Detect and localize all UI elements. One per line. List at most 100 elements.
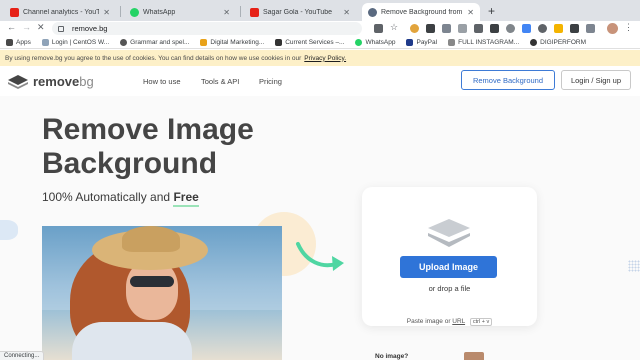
- extension-icon[interactable]: [410, 24, 419, 33]
- paste-prefix: Paste image or: [406, 318, 451, 325]
- nav-tools-api[interactable]: Tools & API: [201, 77, 239, 86]
- marketing-icon: [200, 39, 208, 46]
- layers-icon: [428, 219, 470, 247]
- hero-section: Remove Image Background 100% Automatical…: [0, 96, 640, 360]
- address-url: remove.bg: [72, 24, 108, 33]
- bookmark-label: DIGIPERFORM: [540, 39, 587, 46]
- logo-wordmark: removebg: [33, 74, 94, 89]
- bookmark-item[interactable]: Current Services –...: [275, 39, 344, 46]
- extension-icon[interactable]: [570, 24, 579, 33]
- extension-icon[interactable]: [554, 24, 563, 33]
- sample-image-thumbnail[interactable]: [464, 352, 484, 360]
- more-menu-icon[interactable]: ⋮: [624, 22, 633, 33]
- bookmark-item[interactable]: WhatsApp: [355, 39, 395, 46]
- browser-tab[interactable]: Sagar Gola - YouTube ✕: [244, 3, 356, 21]
- nav-how-to-use[interactable]: How to use: [143, 77, 181, 86]
- grammar-icon: [120, 39, 128, 46]
- removebg-logo[interactable]: removebg: [8, 74, 94, 89]
- cookie-text: By using remove.bg you agree to the use …: [5, 54, 302, 62]
- nav-pricing[interactable]: Pricing: [259, 77, 282, 86]
- document-icon: [448, 39, 456, 46]
- privacy-policy-link[interactable]: Privacy Policy.: [304, 55, 346, 62]
- tab-divider: [120, 6, 121, 17]
- bookmark-label: Grammar and spel...: [130, 39, 190, 46]
- youtube-icon: [250, 7, 259, 17]
- hero-subtitle-prefix: 100% Automatically and: [42, 190, 171, 204]
- bookmarks-bar: Apps Login | CentOS W... Grammar and spe…: [0, 37, 640, 49]
- extension-icon[interactable]: [458, 24, 467, 33]
- paste-url-link[interactable]: URL: [452, 318, 465, 325]
- close-icon[interactable]: ✕: [223, 8, 230, 17]
- bookmark-label: PayPal: [416, 39, 438, 46]
- close-icon[interactable]: ✕: [343, 8, 350, 17]
- back-icon[interactable]: ←: [7, 22, 16, 32]
- photo-hat-crown: [122, 226, 180, 252]
- browser-toolbar: ← → ✕ remove.bg ☆ ⋮: [0, 21, 640, 37]
- bookmark-item[interactable]: DIGIPERFORM: [530, 39, 586, 46]
- bookmark-item[interactable]: Apps: [6, 39, 31, 46]
- extension-icon[interactable]: [374, 24, 383, 33]
- bookmark-item[interactable]: Login | CentOS W...: [41, 39, 110, 46]
- browser-tab-active[interactable]: Remove Background from Ima ✕: [362, 3, 480, 21]
- extension-icon[interactable]: [506, 24, 515, 33]
- cookie-banner: By using remove.bg you agree to the use …: [0, 50, 640, 66]
- tab-divider: [240, 6, 241, 17]
- site-header: removebg How to use Tools & API Pricing …: [0, 66, 640, 96]
- browser-tab[interactable]: Channel analytics - YouTube S ✕: [4, 3, 116, 21]
- hero-subtitle: 100% Automatically and Free: [42, 190, 199, 207]
- paste-hint: Paste image or URL ctrl + v: [362, 318, 537, 326]
- extension-icon[interactable]: [490, 24, 499, 33]
- puzzle-icon[interactable]: [586, 24, 595, 33]
- login-signup-button[interactable]: Login / Sign up: [561, 70, 631, 90]
- bookmark-label: FULL INSTAGRAM...: [458, 39, 520, 46]
- browser-tab[interactable]: WhatsApp ✕: [124, 3, 236, 21]
- address-bar[interactable]: remove.bg: [52, 22, 362, 35]
- curved-arrow-icon: [296, 242, 344, 271]
- bookmark-label: Login | CentOS W...: [51, 39, 110, 46]
- close-icon[interactable]: ✕: [467, 8, 474, 17]
- logo-mark-icon: [8, 74, 28, 89]
- new-tab-button[interactable]: +: [488, 4, 495, 18]
- bookmark-item[interactable]: Digital Marketing...: [200, 39, 264, 46]
- extension-icon[interactable]: [442, 24, 451, 33]
- photo-shirt: [72, 322, 192, 360]
- extension-icon[interactable]: [474, 24, 483, 33]
- decorative-dots: [628, 260, 640, 272]
- removebg-favicon-icon: [368, 7, 377, 17]
- bookmark-star-icon[interactable]: ☆: [390, 22, 399, 32]
- hero-subtitle-free: Free: [173, 190, 199, 207]
- whatsapp-icon: [355, 39, 363, 46]
- youtube-icon: [10, 7, 19, 17]
- bookmark-item[interactable]: Grammar and spel...: [120, 39, 189, 46]
- upload-card[interactable]: Upload Image or drop a file: [362, 187, 537, 326]
- bookmark-item[interactable]: FULL INSTAGRAM...: [448, 39, 519, 46]
- upload-image-button[interactable]: Upload Image: [400, 256, 497, 278]
- stop-loading-icon[interactable]: ✕: [37, 22, 45, 33]
- tab-title: Remove Background from Ima: [381, 8, 463, 16]
- hero-title-line1: Remove Image: [42, 113, 254, 146]
- tab-title: Channel analytics - YouTube S: [23, 8, 100, 16]
- paypal-icon: [406, 39, 414, 46]
- lock-icon: [58, 25, 64, 32]
- hero-title-line2: Background: [42, 147, 218, 180]
- bookmark-label: Apps: [16, 39, 31, 46]
- decorative-blob: [0, 220, 18, 240]
- tab-title: WhatsApp: [143, 8, 176, 16]
- extension-icon[interactable]: [522, 24, 531, 33]
- bookmark-label: WhatsApp: [365, 39, 396, 46]
- profile-avatar[interactable]: [607, 23, 618, 34]
- globe-icon: [530, 39, 538, 46]
- whatsapp-icon: [130, 7, 139, 17]
- logo-suffix: bg: [79, 74, 94, 89]
- remove-background-button[interactable]: Remove Background: [461, 70, 555, 90]
- bookmark-item[interactable]: PayPal: [406, 39, 437, 46]
- logo-main: remove: [33, 74, 80, 89]
- forward-icon[interactable]: →: [22, 22, 31, 32]
- extension-icon[interactable]: [538, 24, 547, 33]
- example-photo: [42, 226, 282, 360]
- z-icon: [275, 39, 283, 46]
- keyboard-shortcut: ctrl + v: [469, 318, 493, 326]
- close-icon[interactable]: ✕: [103, 8, 110, 17]
- document-icon: [41, 39, 49, 46]
- extension-icon[interactable]: [426, 24, 435, 33]
